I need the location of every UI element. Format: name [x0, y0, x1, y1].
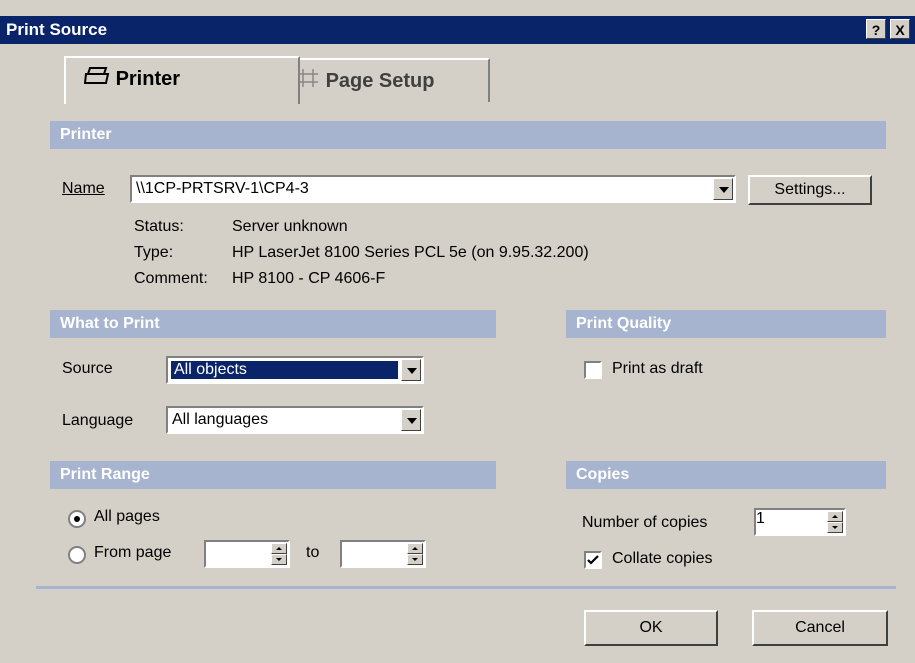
spin-up-icon[interactable]: [827, 511, 843, 522]
help-button[interactable]: ?: [866, 19, 886, 39]
print-as-draft-label: Print as draft: [612, 360, 703, 377]
source-label: Source: [62, 360, 113, 377]
chevron-down-icon[interactable]: [713, 178, 733, 200]
printer-name-select[interactable]: \\1CP-PRTSRV-1\CP4-3: [130, 175, 736, 203]
tab-page-setup-label: Page Setup: [325, 70, 435, 92]
all-pages-label: All pages: [94, 508, 160, 525]
print-source-dialog: Print Source ? X Printer Page Setup Prin…: [0, 0, 915, 663]
tab-printer-label: Printer: [115, 68, 181, 90]
from-page-radio[interactable]: [68, 546, 86, 564]
from-page-label: From page: [94, 544, 172, 561]
status-label: Status:: [134, 218, 184, 235]
print-range-header: Print Range: [50, 461, 496, 489]
chevron-down-icon[interactable]: [401, 409, 421, 431]
status-value: Server unknown: [232, 218, 348, 235]
language-label: Language: [62, 412, 134, 429]
collate-copies-label: Collate copies: [612, 550, 713, 567]
printer-name-value: \\1CP-PRTSRV-1\CP4-3: [136, 180, 309, 197]
source-select[interactable]: All objects: [166, 356, 424, 384]
ok-button[interactable]: OK: [584, 610, 718, 646]
number-of-copies-value: 1: [756, 510, 765, 527]
number-of-copies-spinner[interactable]: 1: [754, 508, 846, 536]
number-of-copies-label: Number of copies: [582, 514, 708, 531]
settings-button[interactable]: Settings...: [748, 175, 872, 205]
to-label: to: [306, 544, 320, 561]
printer-section-header: Printer: [50, 121, 886, 149]
tab-printer[interactable]: Printer: [64, 56, 300, 104]
type-value: HP LaserJet 8100 Series PCL 5e (on 9.95.…: [232, 244, 589, 261]
checkmark-icon: [587, 555, 599, 565]
copies-header: Copies: [566, 461, 886, 489]
print-as-draft-checkbox[interactable]: [584, 361, 602, 379]
language-select[interactable]: All languages: [166, 406, 424, 434]
source-value: All objects: [171, 361, 398, 379]
close-button[interactable]: X: [890, 19, 910, 39]
chevron-down-icon[interactable]: [401, 359, 421, 381]
language-value: All languages: [172, 411, 269, 428]
tab-page-setup[interactable]: Page Setup: [280, 58, 490, 102]
comment-value: HP 8100 - CP 4606-F: [232, 270, 386, 287]
spin-down-icon[interactable]: [407, 554, 423, 565]
to-page-spinner[interactable]: [340, 540, 426, 568]
title-bar: Print Source ? X: [0, 16, 915, 44]
spin-down-icon[interactable]: [827, 522, 843, 533]
spin-down-icon[interactable]: [271, 554, 287, 565]
type-label: Type:: [134, 244, 174, 261]
print-quality-header: Print Quality: [566, 310, 886, 338]
all-pages-radio[interactable]: [68, 510, 86, 528]
spin-up-icon[interactable]: [407, 543, 423, 554]
name-label: Name: [62, 180, 105, 197]
collate-copies-checkbox[interactable]: [584, 551, 602, 569]
cancel-button[interactable]: Cancel: [752, 610, 888, 646]
spin-up-icon[interactable]: [271, 543, 287, 554]
what-to-print-header: What to Print: [50, 310, 496, 338]
comment-label: Comment:: [134, 270, 208, 287]
from-page-spinner[interactable]: [204, 540, 290, 568]
printer-icon: [83, 59, 110, 101]
divider: [36, 586, 896, 589]
window-title: Print Source: [6, 20, 108, 39]
